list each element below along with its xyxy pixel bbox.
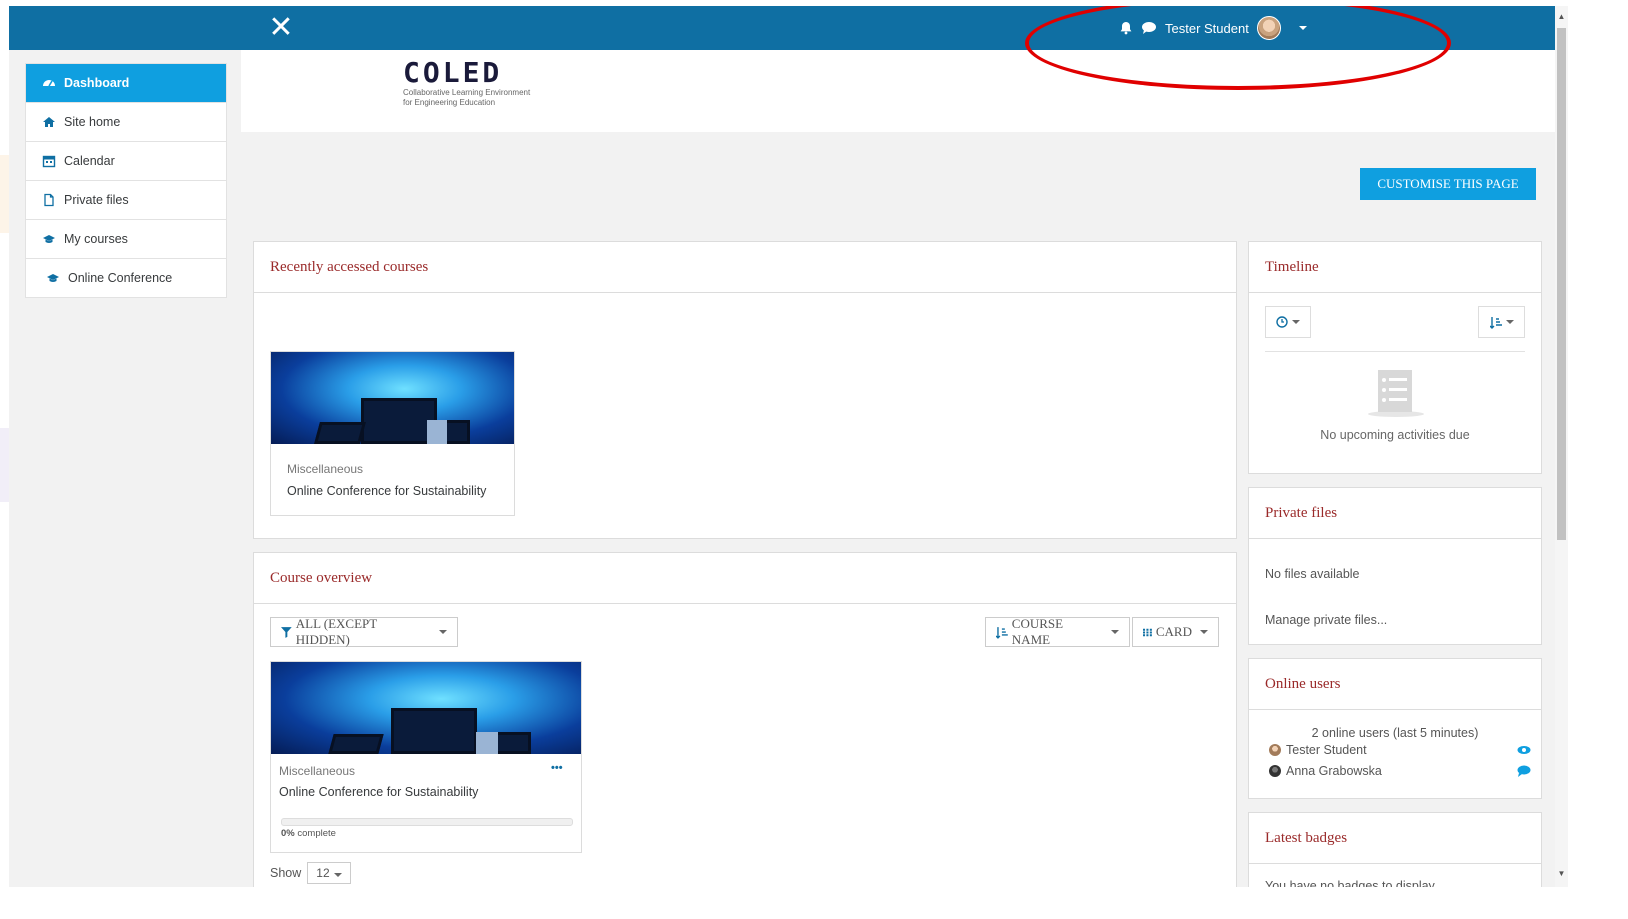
eye-icon[interactable]	[1517, 745, 1531, 755]
caret-down-icon	[439, 630, 447, 634]
sidebar-item-label: Calendar	[64, 154, 115, 168]
course-overview-block: Course overview ALL (EXCEPT HIDDEN) COUR…	[253, 552, 1237, 887]
paging-control: Show 12	[270, 862, 351, 884]
sidebar-item-label: My courses	[64, 232, 128, 246]
per-page-value: 12	[316, 866, 330, 880]
block-title: Latest badges	[1249, 813, 1541, 864]
scroll-down-arrow-icon[interactable]: ▼	[1557, 869, 1566, 879]
view-label: CARD	[1155, 624, 1192, 639]
timeline-sort-dropdown[interactable]	[1478, 306, 1525, 338]
filter-label: ALL (EXCEPT HIDDEN)	[295, 616, 377, 647]
progress-bar	[281, 818, 573, 826]
caret-down-icon	[1111, 630, 1119, 634]
nav-drawer: Dashboard Site home Calendar Private fil…	[25, 63, 227, 298]
timeline-empty-text: No upcoming activities due	[1320, 428, 1470, 442]
customise-page-button[interactable]: CUSTOMISE THIS PAGE	[1360, 168, 1536, 200]
avatar	[1269, 744, 1281, 756]
manage-private-files-link[interactable]: Manage private files...	[1265, 613, 1387, 627]
sidebar-item-online-conference[interactable]: Online Conference	[26, 259, 226, 297]
show-label: Show	[270, 866, 302, 880]
sort-icon	[1489, 316, 1502, 329]
per-page-dropdown[interactable]: 12	[307, 862, 351, 884]
sidebar-item-label: Online Conference	[68, 271, 173, 285]
calendar-icon	[42, 155, 56, 168]
block-title: Recently accessed courses	[254, 242, 1236, 293]
file-icon	[44, 193, 54, 207]
course-image[interactable]	[271, 662, 581, 754]
scrollbar-thumb[interactable]	[1557, 28, 1566, 540]
private-files-block: Private files No files available Manage …	[1248, 487, 1542, 645]
course-name-link[interactable]: Online Conference for Sustainability	[287, 484, 498, 498]
grid-icon	[1143, 628, 1152, 636]
caret-down-icon	[333, 873, 342, 877]
dashboard-icon	[43, 80, 55, 87]
logo-subtitle-line2: for Engineering Education	[403, 98, 496, 107]
edge-artifact	[0, 155, 9, 233]
block-title: Timeline	[1249, 242, 1541, 293]
close-drawer-button[interactable]: ✕	[267, 13, 295, 43]
site-logo[interactable]: COLED Collaborative Learning Environment…	[403, 58, 530, 108]
progress-suffix: complete	[294, 828, 336, 839]
badges-empty-text: You have no badges to display	[1265, 879, 1435, 887]
online-users-block: Online users 2 online users (last 5 minu…	[1248, 658, 1542, 799]
home-icon	[43, 117, 55, 127]
sidebar-item-private-files[interactable]: Private files	[26, 181, 226, 220]
scroll-up-arrow-icon[interactable]: ▲	[1557, 12, 1566, 22]
avatar	[1269, 765, 1281, 777]
moodle-page: ✕ Tester Student Dashboard Site home Cal…	[9, 6, 1555, 887]
progress-text: 0% complete	[281, 828, 336, 839]
sidebar-item-dashboard[interactable]: Dashboard	[26, 64, 226, 103]
caret-down-icon	[1292, 320, 1300, 324]
sort-icon	[996, 626, 1008, 639]
sort-label: COURSE NAME	[1011, 616, 1064, 647]
caret-down-icon	[1505, 320, 1514, 324]
course-image[interactable]	[271, 352, 514, 444]
clock-icon	[1276, 316, 1288, 328]
course-category: Miscellaneous	[279, 764, 356, 778]
view-dropdown[interactable]: CARD	[1132, 617, 1219, 647]
sidebar-item-label: Site home	[64, 115, 121, 129]
empty-list-icon	[1368, 370, 1424, 417]
graduation-cap-icon	[43, 235, 55, 243]
timeline-block: Timeline No upcoming activities due	[1248, 241, 1542, 474]
filter-dropdown[interactable]: ALL (EXCEPT HIDDEN)	[270, 616, 458, 647]
sidebar-item-my-courses[interactable]: My courses	[26, 220, 226, 259]
timeline-filter-dropdown[interactable]	[1265, 306, 1311, 338]
online-user-name[interactable]: Anna Grabowska	[1286, 764, 1382, 778]
online-user-row: Anna Grabowska	[1269, 764, 1531, 778]
edge-artifact	[0, 428, 9, 502]
course-card[interactable]: Miscellaneous Online Conference for Sust…	[270, 351, 515, 516]
course-menu-button[interactable]: •••	[551, 762, 563, 774]
online-user-row: Tester Student	[1269, 743, 1531, 757]
sort-dropdown[interactable]: COURSE NAME	[985, 616, 1130, 647]
graduation-cap-icon	[47, 274, 59, 282]
latest-badges-block: Latest badges You have no badges to disp…	[1248, 812, 1542, 887]
logo-wordmark: COLED	[403, 56, 503, 89]
sidebar-item-label: Dashboard	[64, 76, 130, 90]
logo-subtitle-line1: Collaborative Learning Environment	[403, 88, 531, 97]
recent-courses-block: Recently accessed courses Miscellaneous …	[253, 241, 1237, 539]
message-icon[interactable]	[1517, 765, 1531, 777]
sidebar-item-site-home[interactable]: Site home	[26, 103, 226, 142]
online-users-summary: 2 online users (last 5 minutes)	[1311, 726, 1479, 740]
course-card[interactable]: Miscellaneous ••• Online Conference for …	[270, 661, 582, 853]
private-files-empty: No files available	[1265, 567, 1360, 581]
sidebar-item-label: Private files	[64, 193, 129, 207]
block-title: Private files	[1249, 488, 1541, 539]
online-user-name[interactable]: Tester Student	[1286, 743, 1367, 757]
block-title: Course overview	[254, 553, 1236, 604]
course-category: Miscellaneous	[287, 462, 364, 476]
caret-down-icon	[1200, 630, 1208, 634]
filter-icon	[281, 626, 292, 638]
course-name-link[interactable]: Online Conference for Sustainability	[279, 785, 478, 799]
sidebar-item-calendar[interactable]: Calendar	[26, 142, 226, 181]
block-title: Online users	[1249, 659, 1541, 710]
progress-percent: 0%	[281, 828, 295, 839]
